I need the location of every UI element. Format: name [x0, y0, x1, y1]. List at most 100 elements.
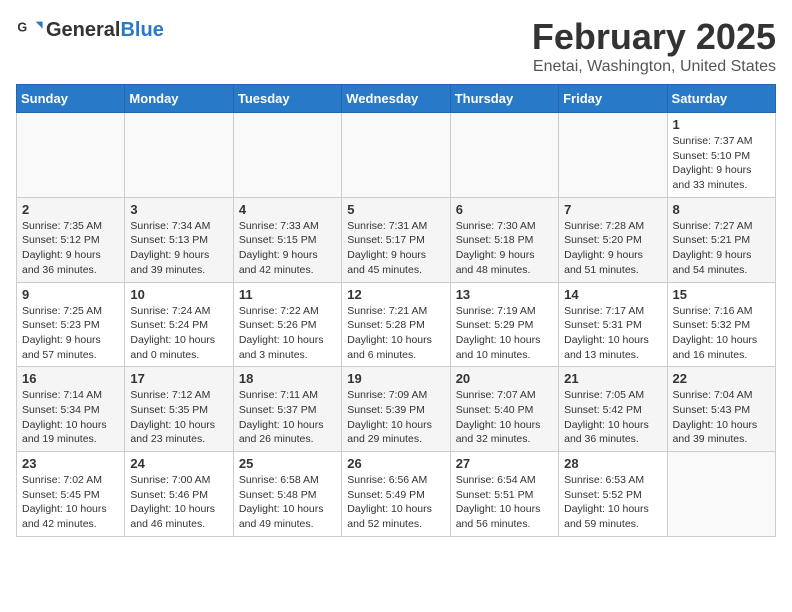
calendar-cell: 2 Sunrise: 7:35 AM Sunset: 5:12 PM Daylig… — [17, 197, 125, 282]
logo-icon: G — [16, 16, 44, 44]
page-header: G GeneralBlue February 2025 Enetai, Wash… — [16, 16, 776, 76]
day-info: Sunrise: 6:58 AM Sunset: 5:48 PM Dayligh… — [239, 473, 336, 532]
calendar-cell: 15 Sunrise: 7:16 AM Sunset: 5:32 PM Dayli… — [667, 282, 775, 367]
day-number: 21 — [564, 371, 661, 386]
calendar-cell: 24Sunrise: 7:00 AM Sunset: 5:46 PM Dayli… — [125, 452, 233, 537]
day-info: Sunrise: 7:37 AM Sunset: 5:10 PM Dayligh… — [673, 134, 770, 193]
title-block: February 2025 Enetai, Washington, United… — [532, 16, 776, 76]
calendar-cell — [559, 113, 667, 198]
calendar-cell: 19 Sunrise: 7:09 AM Sunset: 5:39 PM Dayli… — [342, 367, 450, 452]
calendar-header-monday: Monday — [125, 85, 233, 113]
calendar-cell: 23 Sunrise: 7:02 AM Sunset: 5:45 PM Dayli… — [17, 452, 125, 537]
day-number: 14 — [564, 287, 661, 302]
calendar-cell — [17, 113, 125, 198]
day-info: Sunrise: 7:04 AM Sunset: 5:43 PM Dayligh… — [673, 388, 770, 447]
calendar-header-tuesday: Tuesday — [233, 85, 341, 113]
calendar-cell — [233, 113, 341, 198]
day-number: 19 — [347, 371, 444, 386]
day-number: 22 — [673, 371, 770, 386]
calendar-cell: 22 Sunrise: 7:04 AM Sunset: 5:43 PM Dayli… — [667, 367, 775, 452]
calendar-cell: 11 Sunrise: 7:22 AM Sunset: 5:26 PM Dayli… — [233, 282, 341, 367]
day-info: Sunrise: 7:30 AM Sunset: 5:18 PM Dayligh… — [456, 219, 553, 278]
day-number: 26 — [347, 456, 444, 471]
calendar-cell — [450, 113, 558, 198]
logo-blue-text: Blue — [120, 19, 163, 41]
calendar-cell: 21 Sunrise: 7:05 AM Sunset: 5:42 PM Dayli… — [559, 367, 667, 452]
calendar-cell: 16 Sunrise: 7:14 AM Sunset: 5:34 PM Dayli… — [17, 367, 125, 452]
day-info: Sunrise: 7:02 AM Sunset: 5:45 PM Dayligh… — [22, 473, 119, 532]
day-number: 7 — [564, 202, 661, 217]
calendar-header-saturday: Saturday — [667, 85, 775, 113]
month-title: February 2025 — [532, 16, 776, 58]
day-info: Sunrise: 7:09 AM Sunset: 5:39 PM Dayligh… — [347, 388, 444, 447]
day-number: 27 — [456, 456, 553, 471]
day-number: 16 — [22, 371, 119, 386]
calendar-cell: 9 Sunrise: 7:25 AM Sunset: 5:23 PM Daylig… — [17, 282, 125, 367]
calendar-cell: 17 Sunrise: 7:12 AM Sunset: 5:35 PM Dayli… — [125, 367, 233, 452]
day-number: 10 — [130, 287, 227, 302]
calendar-cell: 8Sunrise: 7:27 AM Sunset: 5:21 PM Daylig… — [667, 197, 775, 282]
day-number: 3 — [130, 202, 227, 217]
day-info: Sunrise: 7:00 AM Sunset: 5:46 PM Dayligh… — [130, 473, 227, 532]
day-info: Sunrise: 7:24 AM Sunset: 5:24 PM Dayligh… — [130, 304, 227, 363]
calendar-cell: 20Sunrise: 7:07 AM Sunset: 5:40 PM Dayli… — [450, 367, 558, 452]
logo: G GeneralBlue — [16, 16, 164, 44]
calendar-cell: 27 Sunrise: 6:54 AM Sunset: 5:51 PM Dayli… — [450, 452, 558, 537]
calendar-cell — [342, 113, 450, 198]
day-number: 5 — [347, 202, 444, 217]
day-info: Sunrise: 7:31 AM Sunset: 5:17 PM Dayligh… — [347, 219, 444, 278]
calendar-cell: 28 Sunrise: 6:53 AM Sunset: 5:52 PM Dayli… — [559, 452, 667, 537]
calendar-week-3: 9 Sunrise: 7:25 AM Sunset: 5:23 PM Daylig… — [17, 282, 776, 367]
calendar-header-sunday: Sunday — [17, 85, 125, 113]
day-info: Sunrise: 7:12 AM Sunset: 5:35 PM Dayligh… — [130, 388, 227, 447]
day-info: Sunrise: 7:28 AM Sunset: 5:20 PM Dayligh… — [564, 219, 661, 278]
day-number: 12 — [347, 287, 444, 302]
calendar-cell: 18Sunrise: 7:11 AM Sunset: 5:37 PM Dayli… — [233, 367, 341, 452]
day-info: Sunrise: 7:05 AM Sunset: 5:42 PM Dayligh… — [564, 388, 661, 447]
calendar-table: SundayMondayTuesdayWednesdayThursdayFrid… — [16, 84, 776, 537]
calendar-cell: 14 Sunrise: 7:17 AM Sunset: 5:31 PM Dayli… — [559, 282, 667, 367]
day-info: Sunrise: 7:22 AM Sunset: 5:26 PM Dayligh… — [239, 304, 336, 363]
day-number: 2 — [22, 202, 119, 217]
calendar-cell — [667, 452, 775, 537]
day-number: 1 — [673, 117, 770, 132]
day-info: Sunrise: 6:54 AM Sunset: 5:51 PM Dayligh… — [456, 473, 553, 532]
day-number: 20 — [456, 371, 553, 386]
logo-general: General — [46, 19, 120, 41]
day-info: Sunrise: 7:14 AM Sunset: 5:34 PM Dayligh… — [22, 388, 119, 447]
day-info: Sunrise: 7:16 AM Sunset: 5:32 PM Dayligh… — [673, 304, 770, 363]
calendar-header-row: SundayMondayTuesdayWednesdayThursdayFrid… — [17, 85, 776, 113]
day-info: Sunrise: 7:21 AM Sunset: 5:28 PM Dayligh… — [347, 304, 444, 363]
calendar-week-4: 16 Sunrise: 7:14 AM Sunset: 5:34 PM Dayli… — [17, 367, 776, 452]
calendar-cell: 25Sunrise: 6:58 AM Sunset: 5:48 PM Dayli… — [233, 452, 341, 537]
day-number: 9 — [22, 287, 119, 302]
location-text: Enetai, Washington, United States — [532, 58, 776, 76]
calendar-cell: 5 Sunrise: 7:31 AM Sunset: 5:17 PM Daylig… — [342, 197, 450, 282]
day-number: 6 — [456, 202, 553, 217]
day-info: Sunrise: 7:35 AM Sunset: 5:12 PM Dayligh… — [22, 219, 119, 278]
day-number: 8 — [673, 202, 770, 217]
day-number: 23 — [22, 456, 119, 471]
day-info: Sunrise: 7:11 AM Sunset: 5:37 PM Dayligh… — [239, 388, 336, 447]
calendar-cell: 10 Sunrise: 7:24 AM Sunset: 5:24 PM Dayli… — [125, 282, 233, 367]
day-number: 4 — [239, 202, 336, 217]
calendar-week-2: 2 Sunrise: 7:35 AM Sunset: 5:12 PM Daylig… — [17, 197, 776, 282]
calendar-week-1: 1 Sunrise: 7:37 AM Sunset: 5:10 PM Daylig… — [17, 113, 776, 198]
calendar-cell: 1 Sunrise: 7:37 AM Sunset: 5:10 PM Daylig… — [667, 113, 775, 198]
day-number: 15 — [673, 287, 770, 302]
day-info: Sunrise: 7:33 AM Sunset: 5:15 PM Dayligh… — [239, 219, 336, 278]
day-number: 13 — [456, 287, 553, 302]
day-number: 28 — [564, 456, 661, 471]
svg-text:G: G — [17, 20, 27, 34]
day-number: 17 — [130, 371, 227, 386]
day-info: Sunrise: 7:17 AM Sunset: 5:31 PM Dayligh… — [564, 304, 661, 363]
day-info: Sunrise: 7:19 AM Sunset: 5:29 PM Dayligh… — [456, 304, 553, 363]
day-info: Sunrise: 7:25 AM Sunset: 5:23 PM Dayligh… — [22, 304, 119, 363]
day-info: Sunrise: 6:53 AM Sunset: 5:52 PM Dayligh… — [564, 473, 661, 532]
calendar-cell: 4 Sunrise: 7:33 AM Sunset: 5:15 PM Daylig… — [233, 197, 341, 282]
calendar-header-thursday: Thursday — [450, 85, 558, 113]
day-number: 11 — [239, 287, 336, 302]
calendar-week-5: 23 Sunrise: 7:02 AM Sunset: 5:45 PM Dayli… — [17, 452, 776, 537]
calendar-cell — [125, 113, 233, 198]
day-info: Sunrise: 6:56 AM Sunset: 5:49 PM Dayligh… — [347, 473, 444, 532]
